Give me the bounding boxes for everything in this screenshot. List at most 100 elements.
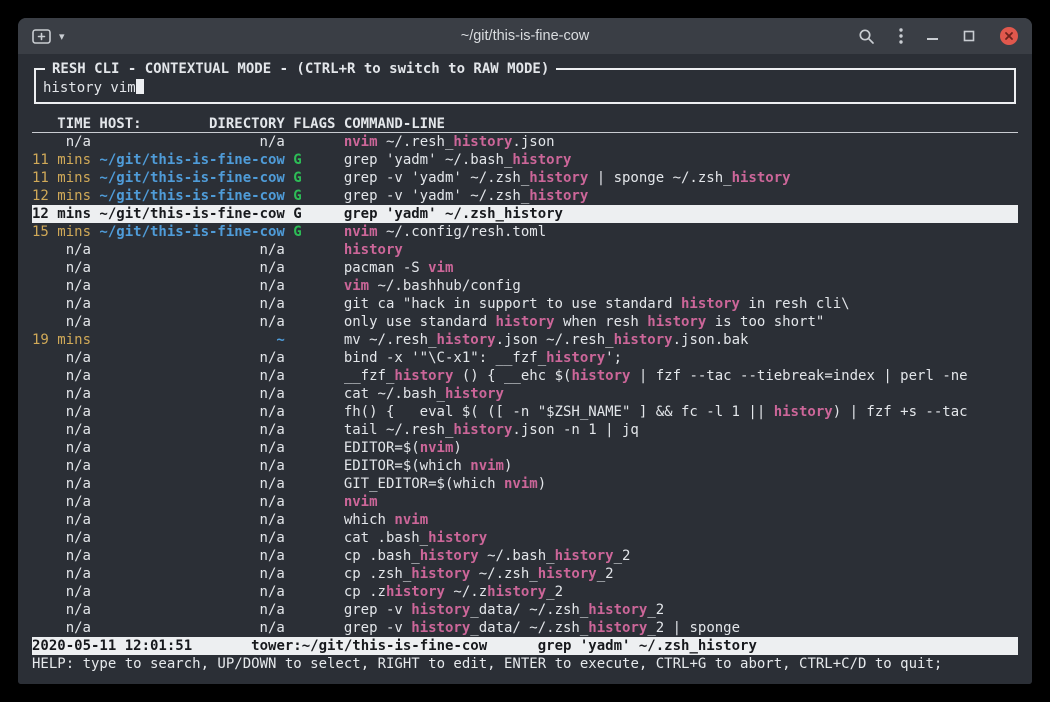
col-gap [285, 241, 293, 259]
table-row[interactable]: n/an/avim ~/.bashhub/config [32, 277, 1018, 295]
table-row[interactable]: n/an/agit ca "hack in support to use sta… [32, 295, 1018, 313]
col-gap [285, 619, 293, 637]
table-row[interactable]: n/an/awhich nvim [32, 511, 1018, 529]
header-host-directory: HOST: DIRECTORY [99, 115, 284, 132]
row-flags [293, 619, 335, 637]
table-row[interactable]: 11 mins~/git/this-is-fine-cowGgrep 'yadm… [32, 151, 1018, 169]
col-gap [285, 133, 293, 151]
col-gap [285, 529, 293, 547]
tab-dropdown-icon[interactable]: ▾ [59, 30, 65, 43]
row-command: nvim ~/.config/resh.toml [344, 223, 1018, 241]
row-command: only use standard history when resh hist… [344, 313, 1018, 331]
row-flags [293, 475, 335, 493]
minimize-icon[interactable] [927, 32, 938, 40]
row-flags [293, 277, 335, 295]
row-time: n/a [32, 349, 91, 367]
search-icon[interactable] [858, 28, 875, 45]
row-directory: n/a [99, 133, 284, 151]
header-time: TIME [32, 115, 91, 132]
row-flags [293, 439, 335, 457]
table-row[interactable]: n/an/apacman -S vim [32, 259, 1018, 277]
table-row[interactable]: 15 mins~/git/this-is-fine-cowGnvim ~/.co… [32, 223, 1018, 241]
new-tab-icon[interactable] [32, 28, 52, 45]
table-row[interactable]: n/an/afh() { eval $( ([ -n "$ZSH_NAME" ]… [32, 403, 1018, 421]
titlebar[interactable]: ▾ ~/git/this-is-fine-cow [18, 18, 1032, 54]
col-gap [335, 601, 343, 619]
close-icon[interactable] [1000, 27, 1018, 45]
col-gap [285, 457, 293, 475]
table-row[interactable]: 12 mins~/git/this-is-fine-cowGgrep -v 'y… [32, 187, 1018, 205]
col-gap [285, 205, 293, 223]
table-row[interactable]: n/a n/a grep -v history_data/ ~/.zsh_histo… [32, 619, 1018, 637]
history-rows: n/an/anvim ~/.resh_history.json11 mins~/… [32, 133, 1018, 637]
table-row[interactable]: n/an/aEDITOR=$(nvim) [32, 439, 1018, 457]
row-flags: G [293, 205, 335, 223]
row-directory: n/a [99, 493, 284, 511]
table-row[interactable]: n/an/acp .zhistory ~/.zhistory_2 [32, 583, 1018, 601]
table-row[interactable]: 12 mins~/git/this-is-fine-cowGgrep 'yadm… [32, 205, 1018, 223]
table-row[interactable]: n/an/atail ~/.resh_history.json -n 1 | j… [32, 421, 1018, 439]
row-command: git ca "hack in support to use standard … [344, 295, 1018, 313]
desktop-background: ▾ ~/git/this-is-fine-cow [0, 0, 1050, 702]
row-time: n/a [32, 601, 91, 619]
table-row[interactable]: n/an/a__fzf_history () { __ehc $(history… [32, 367, 1018, 385]
table-row[interactable]: n/an/anvim [32, 493, 1018, 511]
col-gap [91, 529, 99, 547]
row-command: __fzf_history () { __ehc $(history | fzf… [344, 367, 1018, 385]
table-row[interactable]: n/an/aonly use standard history when res… [32, 313, 1018, 331]
row-directory: n/a [99, 403, 284, 421]
col-gap [91, 547, 99, 565]
row-flags [293, 259, 335, 277]
col-gap [335, 295, 343, 313]
row-flags [293, 565, 335, 583]
status-location: tower:~/git/this-is-fine-cow [251, 637, 487, 655]
row-directory: n/a [99, 295, 284, 313]
row-command: grep -v history_data/ ~/.zsh_history_2 [344, 601, 1018, 619]
row-command: nvim [344, 493, 1018, 511]
table-row[interactable]: n/an/aGIT_EDITOR=$(which nvim) [32, 475, 1018, 493]
row-flags [293, 511, 335, 529]
col-gap [91, 205, 99, 223]
search-query-text: history vim [43, 80, 136, 96]
col-gap [335, 349, 343, 367]
row-time: n/a [32, 619, 91, 637]
search-input[interactable]: history vim [43, 79, 1007, 97]
row-time: n/a [32, 133, 91, 151]
col-gap [335, 205, 343, 223]
row-directory: n/a [99, 349, 284, 367]
row-command: bind -x '"\C-x1": __fzf_history'; [344, 349, 1018, 367]
col-gap [91, 421, 99, 439]
col-gap [91, 277, 99, 295]
row-directory: ~/git/this-is-fine-cow [99, 205, 284, 223]
table-row[interactable]: n/an/anvim ~/.resh_history.json [32, 133, 1018, 151]
col-gap [335, 223, 343, 241]
col-gap [91, 619, 99, 637]
table-row[interactable]: n/an/ahistory [32, 241, 1018, 259]
row-flags: G [293, 169, 335, 187]
table-row[interactable]: n/a n/a bind -x '"\C-x1": __fzf_history'; [32, 349, 1018, 367]
status-command: grep 'yadm' ~/.zsh_history [538, 637, 757, 655]
row-command: grep -v history_data/ ~/.zsh_history_2 |… [344, 619, 1018, 637]
table-row[interactable]: 19 mins~mv ~/.resh_history.json ~/.resh_… [32, 331, 1018, 349]
table-row[interactable]: n/an/acat .bash_history [32, 529, 1018, 547]
col-gap [285, 493, 293, 511]
row-time: 19 mins [32, 331, 91, 349]
restore-icon[interactable] [962, 29, 976, 43]
table-row[interactable]: 11 mins~/git/this-is-fine-cowGgrep -v 'y… [32, 169, 1018, 187]
menu-icon[interactable] [899, 27, 903, 45]
col-gap [335, 493, 343, 511]
row-directory: n/a [99, 619, 284, 637]
header-directory: DIRECTORY [209, 115, 285, 132]
table-row[interactable]: n/an/acp .zsh_history ~/.zsh_history_2 [32, 565, 1018, 583]
row-flags: G [293, 187, 335, 205]
table-row[interactable]: n/an/agrep -v history_data/ ~/.zsh_histo… [32, 601, 1018, 619]
col-gap [285, 277, 293, 295]
row-flags [293, 133, 335, 151]
col-gap [91, 223, 99, 241]
table-row[interactable]: n/an/aEDITOR=$(which nvim) [32, 457, 1018, 475]
row-time: 11 mins [32, 169, 91, 187]
table-row[interactable]: n/an/acat ~/.bash_history [32, 385, 1018, 403]
table-row[interactable]: n/an/acp .bash_history ~/.bash_history_2 [32, 547, 1018, 565]
row-command: cp .zhistory ~/.zhistory_2 [344, 583, 1018, 601]
row-time: n/a [32, 385, 91, 403]
